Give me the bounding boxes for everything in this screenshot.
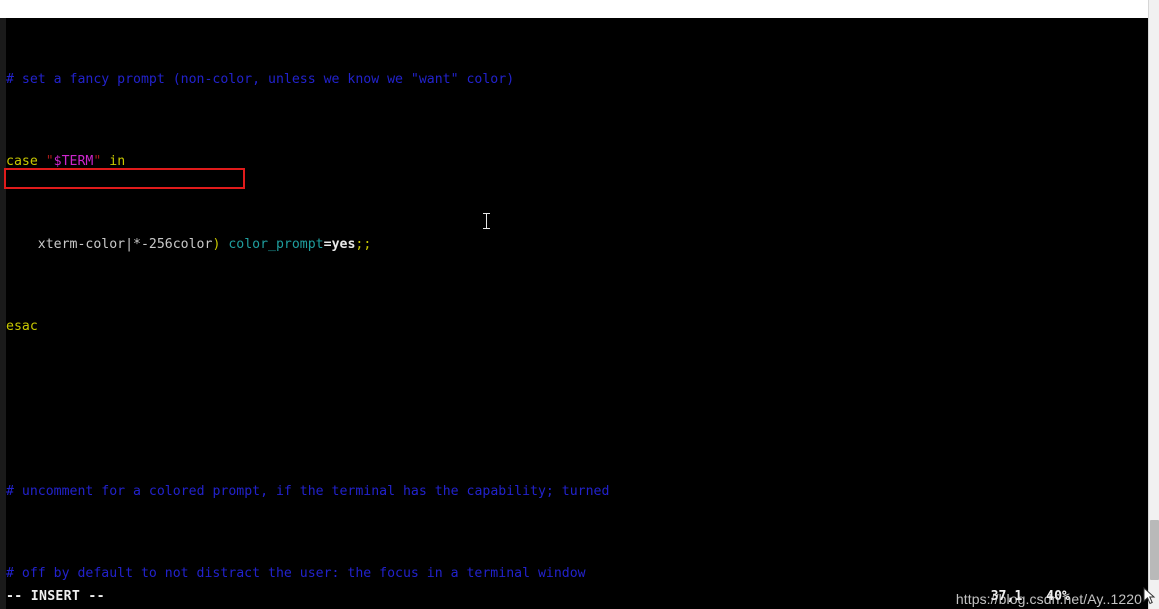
- code-line-comment: # uncomment for a colored prompt, if the…: [6, 483, 610, 499]
- scrollbar-thumb[interactable]: [1150, 520, 1159, 580]
- code-area[interactable]: # set a fancy prompt (non-color, unless …: [6, 18, 1148, 609]
- code-line: esac: [6, 318, 38, 334]
- clipped-comment: # set a fancy prompt (non-color, unless …: [6, 71, 515, 87]
- terminal-screenshot: # set a fancy prompt (non-color, unless …: [0, 0, 1159, 609]
- code-line: xterm-color|*-256color) color_prompt=yes…: [37, 236, 372, 252]
- arrow-pointer-icon: [1143, 587, 1156, 605]
- code-line-comment: # off by default to not distract the use…: [6, 566, 586, 582]
- page-scrollbar[interactable]: [1148, 0, 1159, 609]
- vim-status-mode: -- INSERT --: [6, 589, 105, 604]
- terminal-window[interactable]: # set a fancy prompt (non-color, unless …: [0, 18, 1148, 609]
- csdn-watermark: https://blog.csdn.net/Ay..1220: [955, 591, 1142, 607]
- top-white-strip: [0, 0, 1159, 18]
- code-line-clipped: # set a fancy prompt (non-color, unless …: [6, 70, 1148, 91]
- code-line: case "$TERM" in: [6, 154, 126, 170]
